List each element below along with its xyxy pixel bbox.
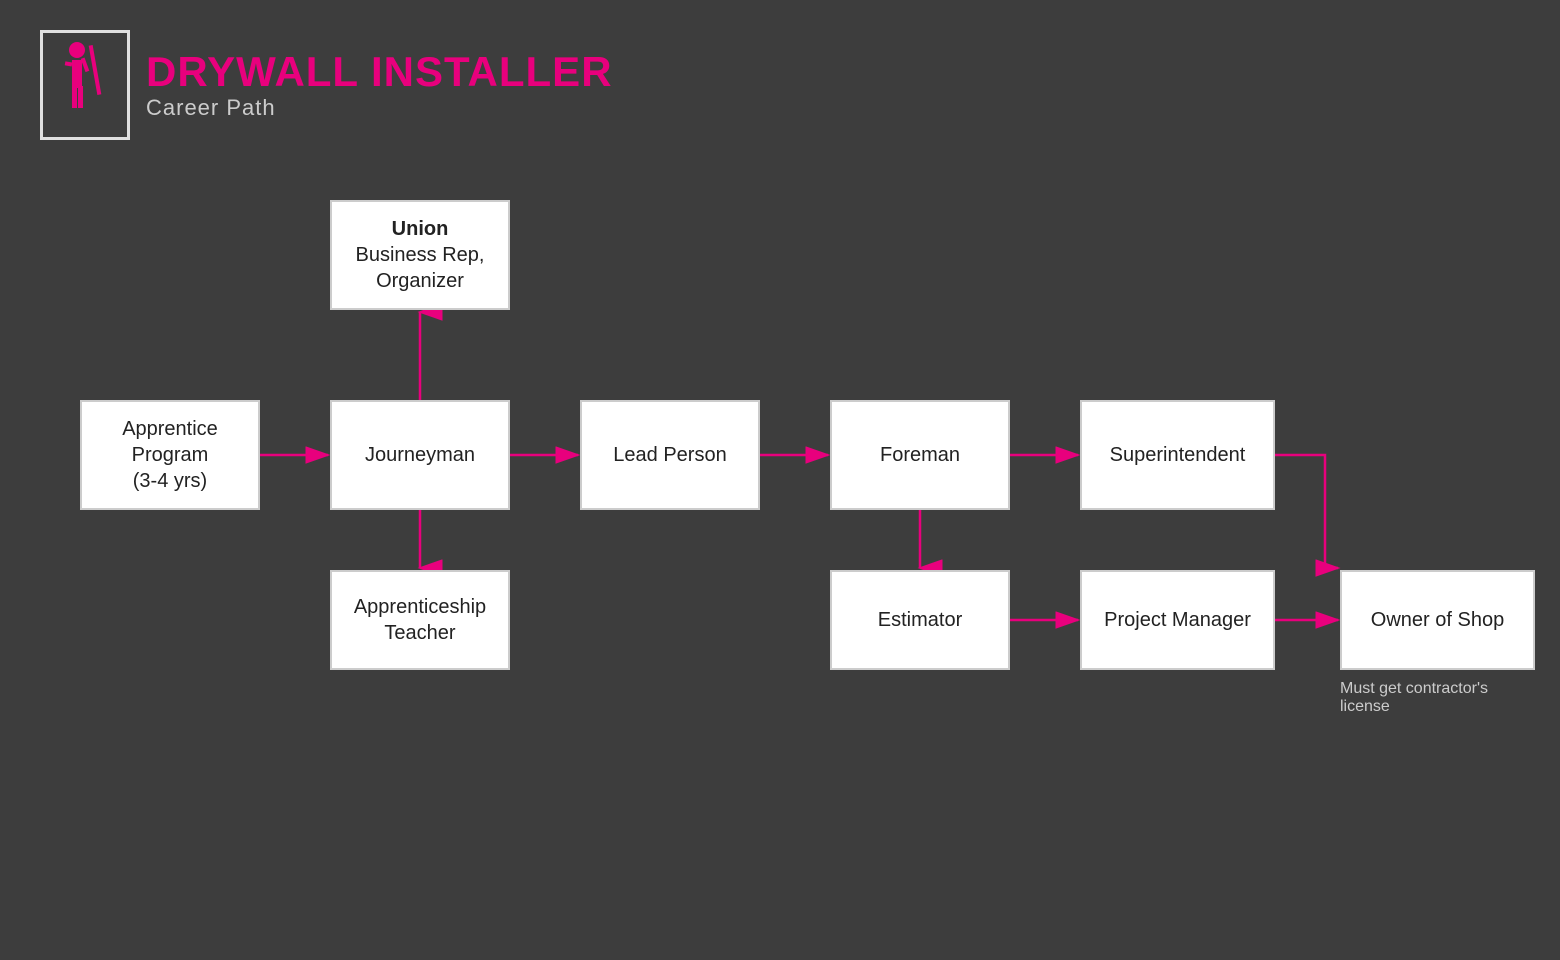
- apprentice-program-box: Apprentice Program (3-4 yrs): [80, 400, 260, 510]
- apprentice-program-label: Apprentice Program (3-4 yrs): [122, 416, 218, 494]
- apprenticeship-teacher-box: Apprenticeship Teacher: [330, 570, 510, 670]
- header-text: DRYWALL INSTALLER Career Path: [146, 49, 613, 121]
- owner-of-shop-box: Owner of Shop: [1340, 570, 1535, 670]
- journeyman-box: Journeyman: [330, 400, 510, 510]
- header-icon-box: [40, 30, 130, 140]
- owner-of-shop-label: Owner of Shop: [1371, 607, 1504, 633]
- estimator-label: Estimator: [878, 607, 962, 633]
- foreman-box: Foreman: [830, 400, 1010, 510]
- foreman-label: Foreman: [880, 442, 960, 468]
- arrows-svg: [60, 200, 1540, 780]
- journeyman-label: Journeyman: [365, 442, 475, 468]
- project-manager-label: Project Manager: [1104, 607, 1251, 633]
- union-box: Union Business Rep, Organizer: [330, 200, 510, 310]
- estimator-box: Estimator: [830, 570, 1010, 670]
- contractor-license-note: Must get contractor's license: [1340, 680, 1540, 716]
- page-subtitle: Career Path: [146, 95, 613, 121]
- superintendent-box: Superintendent: [1080, 400, 1275, 510]
- header: DRYWALL INSTALLER Career Path: [40, 30, 613, 140]
- lead-person-box: Lead Person: [580, 400, 760, 510]
- project-manager-box: Project Manager: [1080, 570, 1275, 670]
- apprenticeship-teacher-label: Apprenticeship Teacher: [354, 594, 486, 646]
- career-path-diagram: Union Business Rep, Organizer Apprentice…: [60, 200, 1540, 780]
- union-label: Union Business Rep, Organizer: [356, 216, 485, 294]
- lead-person-label: Lead Person: [613, 442, 726, 468]
- page-title: DRYWALL INSTALLER: [146, 49, 613, 95]
- superintendent-label: Superintendent: [1110, 442, 1246, 468]
- drywall-installer-icon: [55, 40, 115, 130]
